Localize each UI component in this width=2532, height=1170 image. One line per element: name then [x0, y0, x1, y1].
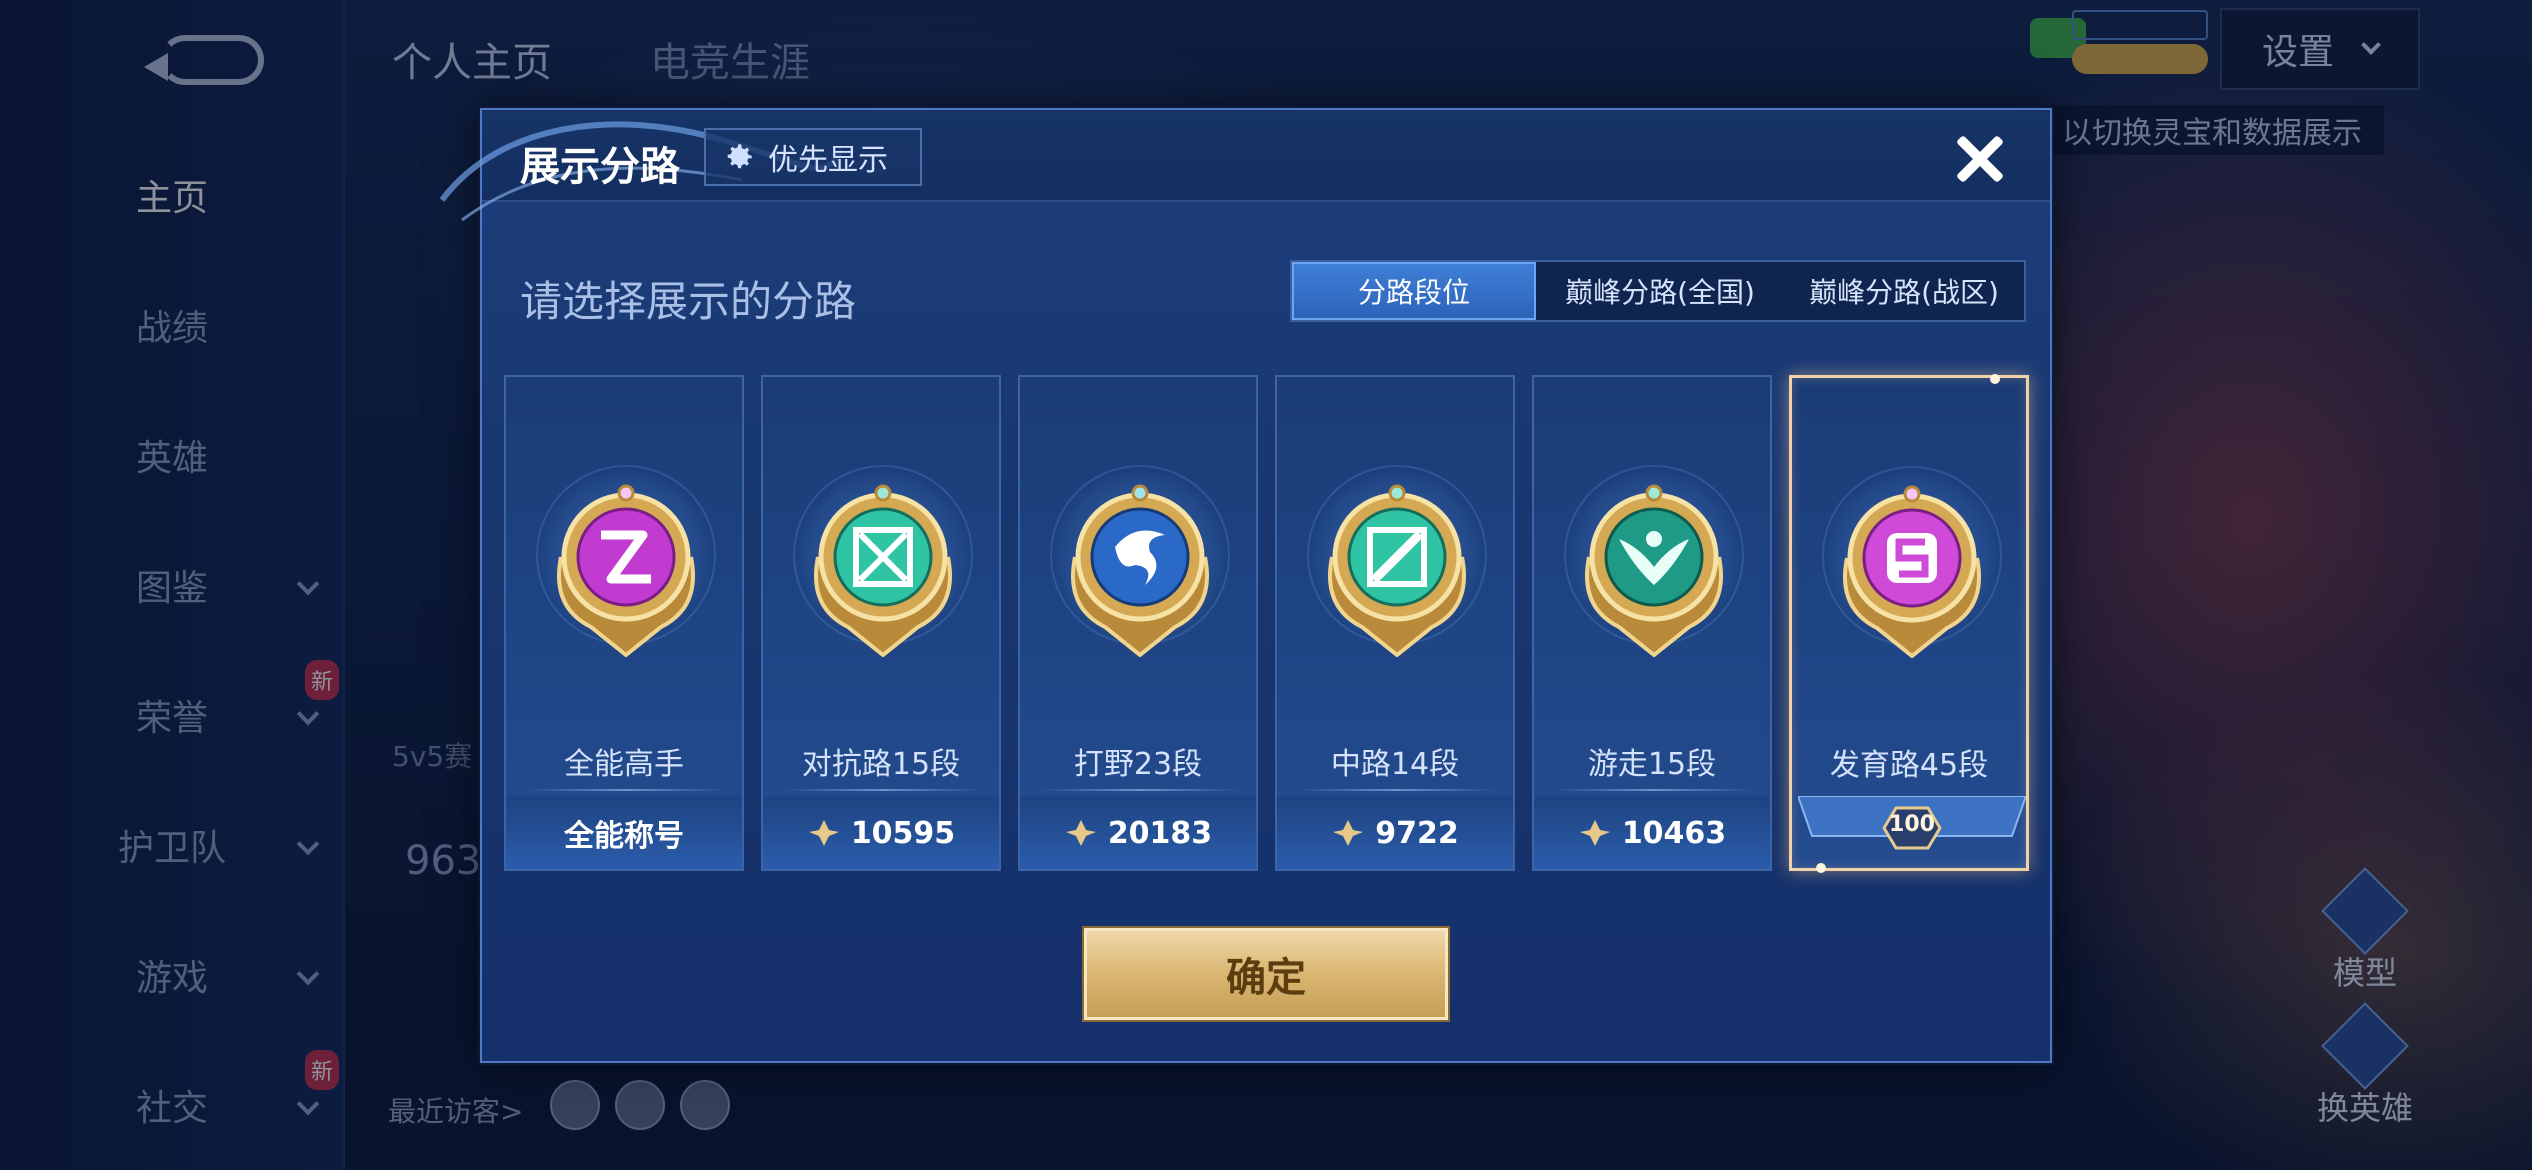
clash-lane-emblem-icon [814, 484, 952, 657]
lane-points: 10463 [1621, 815, 1727, 851]
priority-display-button[interactable]: 优先显示 [704, 128, 922, 186]
tab-peak-lane-national[interactable]: 巅峰分路(全国) [1536, 262, 1784, 320]
lane-footer-text: 全能称号 [564, 819, 684, 854]
points-icon [1579, 820, 1610, 846]
lane-card-farm[interactable]: 发育路45段 100 [1789, 374, 2029, 873]
lane-points: 20183 [1107, 815, 1213, 851]
selection-corner-dot [1816, 863, 1826, 873]
lane-points: 10595 [850, 815, 956, 851]
lane-name: 对抗路15段 [801, 747, 961, 782]
close-icon[interactable] [1947, 126, 2013, 192]
lane-card-jungle[interactable]: 打野23段 20183 [1018, 375, 1258, 871]
priority-display-label: 优先显示 [768, 143, 888, 178]
farm-lane-emblem-icon [1843, 485, 1981, 658]
lane-footer: 9722 [1277, 797, 1513, 869]
points-icon [1333, 820, 1364, 846]
lane-footer: 20183 [1020, 797, 1256, 869]
lane-footer: 10463 [1534, 797, 1770, 869]
lane-card-list: 全能高手 全能称号 对抗路15段 10595 打野23段 20183 中路14段… [504, 374, 2034, 975]
points-icon [1065, 820, 1096, 846]
lane-footer: 全能称号 [506, 797, 742, 869]
level-value: 100 [1889, 812, 1935, 837]
selection-corner-dot [1990, 374, 2000, 384]
segment-tabs: 分路段位 巅峰分路(全国) 巅峰分路(战区) [1290, 260, 2026, 322]
lane-card-all-round[interactable]: 全能高手 全能称号 [504, 375, 744, 871]
confirm-button[interactable]: 确定 [1084, 928, 1448, 1020]
card-divider [783, 789, 983, 791]
lane-card-clash[interactable]: 对抗路15段 10595 [761, 375, 1001, 871]
lane-display-dialog: 展示分路 优先显示 请选择展示的分路 分路段位 巅峰分路(全国) 巅峰分路(战区… [439, 108, 2052, 1063]
dialog-title: 展示分路 [520, 144, 680, 190]
lane-footer: 10595 [763, 797, 999, 869]
gear-icon [727, 144, 752, 169]
lane-name: 中路14段 [1330, 747, 1460, 782]
dialog-subtitle: 请选择展示的分路 [520, 277, 857, 326]
all-round-emblem-icon [557, 484, 695, 657]
card-divider [1040, 789, 1240, 791]
lane-points: 9722 [1375, 815, 1459, 851]
lane-name: 发育路45段 [1829, 748, 1989, 783]
jungle-emblem-icon [1071, 484, 1209, 657]
lane-name: 打野23段 [1073, 747, 1203, 782]
card-divider [526, 789, 726, 791]
mid-lane-emblem-icon [1328, 484, 1466, 657]
card-divider [1297, 789, 1497, 791]
lane-name: 全能高手 [564, 747, 684, 782]
roam-emblem-icon [1585, 484, 1723, 657]
lane-name: 游走15段 [1587, 747, 1717, 782]
tab-peak-lane-region[interactable]: 巅峰分路(战区) [1784, 262, 2024, 320]
lane-card-roam[interactable]: 游走15段 10463 [1532, 375, 1772, 871]
lane-card-mid[interactable]: 中路14段 9722 [1275, 375, 1515, 871]
tab-lane-rank[interactable]: 分路段位 [1292, 262, 1536, 320]
level-ribbon: 100 [1798, 796, 2026, 860]
card-divider [1554, 789, 1754, 791]
points-icon [808, 820, 839, 846]
